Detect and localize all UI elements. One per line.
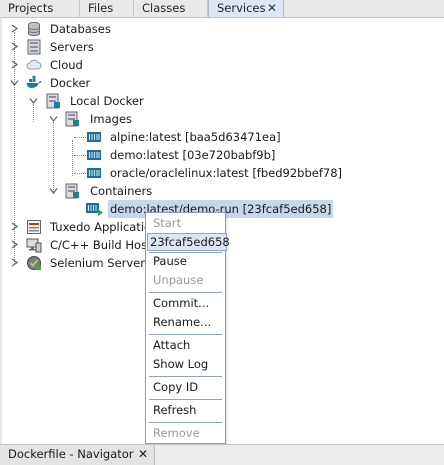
menu-separator <box>149 334 222 335</box>
server-icon <box>26 39 42 55</box>
expand-icon[interactable] <box>10 42 19 51</box>
selenium-icon <box>26 255 42 271</box>
tree-node-label: Local Docker <box>70 94 144 108</box>
collapse-icon[interactable] <box>29 96 38 105</box>
running-container-icon <box>86 201 103 217</box>
tree-node-image[interactable]: oracle/oraclelinux:latest [fbed92bbef78] <box>0 164 444 182</box>
tree-node-label: C/C++ Build Hosts <box>50 238 158 252</box>
expand-icon[interactable] <box>10 60 19 69</box>
menu-item-unpause[interactable]: Unpause <box>147 271 224 289</box>
menu-item-commit[interactable]: Commit... <box>147 294 224 312</box>
context-menu: Start 23fcaf5ed658 Pause Unpause Commit.… <box>145 212 230 444</box>
collapse-icon[interactable] <box>49 186 58 195</box>
tab-files[interactable]: Files <box>80 0 134 17</box>
menu-item-remove[interactable]: Remove <box>147 424 224 442</box>
tree-node-label: Containers <box>90 184 153 198</box>
tree-node-label: Servers <box>50 40 94 54</box>
close-icon[interactable]: ✕ <box>138 445 148 463</box>
collapse-icon[interactable] <box>10 78 19 87</box>
menu-separator <box>149 422 222 423</box>
menu-item-refresh[interactable]: Refresh <box>147 401 224 419</box>
menu-item-pause[interactable]: Pause <box>147 252 224 270</box>
close-icon[interactable]: ✕ <box>267 0 277 17</box>
tuxedo-app-icon <box>26 219 42 235</box>
tree-node-label: Docker <box>50 76 91 90</box>
menu-item-copy-id[interactable]: Copy ID <box>147 378 224 396</box>
menu-separator <box>149 399 222 400</box>
menu-item-container-id[interactable]: 23fcaf5ed658 <box>147 233 230 251</box>
menu-item-show-log[interactable]: Show Log <box>147 355 224 373</box>
tab-label: Projects <box>8 1 54 15</box>
tree-node-label: Tuxedo Application <box>50 220 159 234</box>
docker-image-icon <box>86 165 102 181</box>
tree-node-label: Cloud <box>50 58 83 72</box>
tree-node-label: demo:latest [03e720babf9b] <box>110 148 276 162</box>
tree-node-databases[interactable]: Databases <box>0 20 444 38</box>
expand-icon[interactable] <box>10 24 19 33</box>
tree-node-label: Images <box>90 112 133 126</box>
tab-dockerfile-navigator[interactable]: Dockerfile - Navigator ✕ <box>0 445 155 465</box>
containers-folder-icon <box>64 183 80 199</box>
tree-node-containers[interactable]: Containers <box>0 182 444 200</box>
expand-icon[interactable] <box>10 258 19 267</box>
tree-node-label: Selenium Server <box>50 256 145 270</box>
expand-icon[interactable] <box>10 240 19 249</box>
cloud-icon <box>26 57 42 73</box>
tree-node-servers[interactable]: Servers <box>0 38 444 56</box>
tab-bar: Projects Files Classes Services ✕ <box>0 0 444 18</box>
tab-services[interactable]: Services ✕ <box>208 0 284 17</box>
bottom-tab-bar: Dockerfile - Navigator ✕ <box>0 444 444 465</box>
database-icon <box>26 21 42 37</box>
menu-item-start[interactable]: Start <box>147 214 224 232</box>
menu-item-rename[interactable]: Rename... <box>147 313 224 331</box>
tab-label: Services <box>217 1 266 15</box>
tree-node-cloud[interactable]: Cloud <box>0 56 444 74</box>
menu-separator <box>149 376 222 377</box>
tree-node-image[interactable]: demo:latest [03e720babf9b] <box>0 146 444 164</box>
menu-item-attach[interactable]: Attach <box>147 336 224 354</box>
tab-label: Dockerfile - Navigator <box>8 447 134 461</box>
docker-whale-icon <box>26 75 42 91</box>
build-host-icon <box>26 237 42 253</box>
docker-image-icon <box>86 147 102 163</box>
docker-instance-icon <box>45 93 61 109</box>
tab-label: Files <box>88 1 114 15</box>
tab-classes[interactable]: Classes <box>134 0 208 17</box>
tab-projects[interactable]: Projects <box>0 0 80 17</box>
tree-node-label: oracle/oraclelinux:latest [fbed92bbef78] <box>110 166 342 180</box>
tree-node-label: Databases <box>50 22 111 36</box>
tree-node-docker[interactable]: Docker <box>0 74 444 92</box>
docker-image-icon <box>86 129 102 145</box>
tree-node-images[interactable]: Images <box>0 110 444 128</box>
collapse-icon[interactable] <box>49 114 58 123</box>
expand-icon[interactable] <box>10 222 19 231</box>
menu-separator <box>149 292 222 293</box>
tree-node-local-docker[interactable]: Local Docker <box>0 92 444 110</box>
tree-node-label: alpine:latest [baa5d63471ea] <box>110 130 281 144</box>
tree-node-image[interactable]: alpine:latest [baa5d63471ea] <box>0 128 444 146</box>
tab-label: Classes <box>142 1 186 15</box>
images-folder-icon <box>64 111 80 127</box>
